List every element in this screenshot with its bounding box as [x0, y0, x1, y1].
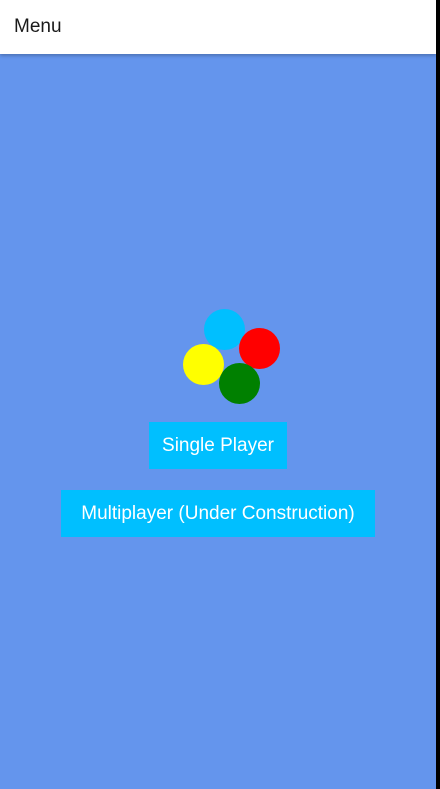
multiplayer-button[interactable]: Multiplayer (Under Construction) — [61, 490, 375, 537]
single-player-button[interactable]: Single Player — [149, 422, 287, 469]
logo — [182, 308, 282, 408]
app-bar-title: Menu — [14, 16, 62, 37]
app-screen: Menu Single Player Multiplayer (Under Co… — [0, 0, 436, 789]
app-bar: Menu — [0, 0, 436, 54]
yellow-dot — [183, 344, 224, 385]
screen-edge — [436, 0, 440, 789]
green-dot — [219, 363, 260, 404]
